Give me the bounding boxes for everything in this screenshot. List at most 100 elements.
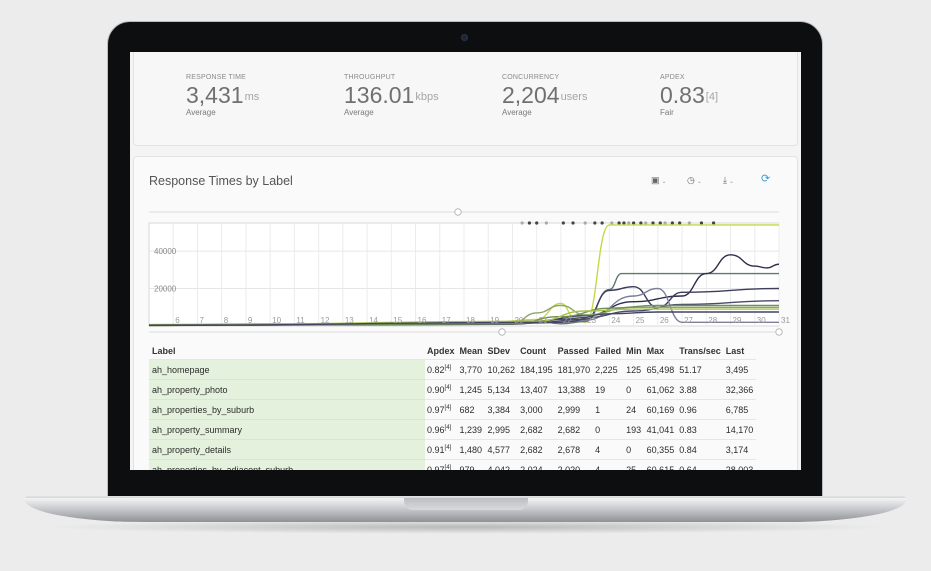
table-row[interactable]: ah_property_photo 0.90[4] 1,245 5,134 13,407… (149, 379, 757, 400)
column-header-count[interactable]: Count (518, 342, 556, 360)
x-tick-label: 26 (660, 316, 669, 325)
mean-cell: 1,245 (457, 379, 486, 400)
kpi-response-time: RESPONSE TIME 3,431ms Average (186, 74, 259, 117)
kpi-value-wrap: 2,204users (502, 84, 587, 107)
apdex-threshold: [4] (444, 464, 452, 471)
min-cell: 25 (624, 459, 645, 470)
kpi-card: RESPONSE TIME 3,431ms Average THROUGHPUT… (133, 52, 798, 146)
failed-cell: 2,225 (593, 359, 625, 380)
kpi-value: 0.83 (660, 82, 705, 108)
event-marker (593, 221, 597, 225)
apdex-threshold: [4] (444, 424, 452, 431)
apdex-cell: 0.97[4] (425, 459, 458, 471)
apdex-value: 0.97 (427, 464, 445, 471)
min-cell: 0 (624, 379, 645, 400)
min-cell: 24 (624, 399, 645, 420)
kpi-sub: Fair (660, 108, 674, 117)
min-cell: 193 (624, 419, 645, 440)
apdex-cell: 0.82[4] (425, 359, 458, 380)
kpi-label: CONCURRENCY (502, 74, 560, 81)
screen: RESPONSE TIME 3,431ms Average THROUGHPUT… (130, 52, 801, 470)
kpi-value: 2,204 (502, 82, 560, 108)
mean-cell: 979 (457, 459, 486, 470)
x-tick-label: 7 (199, 316, 204, 325)
count-cell: 2,682 (518, 419, 556, 440)
passed-cell: 2,999 (555, 399, 594, 420)
event-marker (651, 221, 655, 225)
x-tick-label: 15 (393, 316, 402, 325)
kpi-value-wrap: 136.01kbps (344, 84, 439, 107)
event-marker (535, 221, 539, 225)
kpi-value-wrap: 3,431ms (186, 84, 259, 107)
apdex-cell: 0.97[4] (425, 399, 458, 420)
bottom-range-slider-handle-right[interactable] (775, 328, 783, 336)
response-times-card: Response Times by Label ▣ ⌄ ◷ ⌄ ⤓ ⌄ ⟳ 67891… (133, 156, 798, 470)
kpi-throughput: THROUGHPUT 136.01kbps Average (344, 74, 439, 117)
column-header-mean[interactable]: Mean (457, 342, 486, 360)
column-header-sdev[interactable]: SDev (485, 342, 519, 360)
column-header-label[interactable]: Label (149, 342, 425, 360)
column-header-trans-sec[interactable]: Trans/sec (677, 342, 724, 360)
x-tick-label: 19 (490, 316, 499, 325)
event-marker (678, 221, 682, 225)
x-tick-label: 21 (539, 316, 548, 325)
table-row[interactable]: ah_property_summary 0.96[4] 1,239 2,995 2,68… (149, 419, 757, 440)
x-tick-label: 11 (296, 316, 305, 325)
event-marker (544, 221, 548, 225)
top-range-slider-handle[interactable] (454, 208, 462, 216)
failed-cell: 1 (593, 399, 625, 420)
column-header-max[interactable]: Max (644, 342, 678, 360)
table-row[interactable]: ah_property_details 0.91[4] 1,480 4,577 2,68… (149, 439, 757, 460)
event-marker (561, 221, 565, 225)
kpi-sub: Average (344, 108, 374, 117)
x-tick-label: 13 (345, 316, 354, 325)
table-header-row: Label Apdex Mean SDev Count Passed Failed Min Ma… (149, 342, 757, 360)
last-cell: 14,170 (723, 419, 757, 440)
apdex-cell: 0.96[4] (425, 419, 458, 440)
y-tick-label: 40000 (154, 247, 177, 256)
column-header-min[interactable]: Min (624, 342, 645, 360)
mean-cell: 682 (457, 399, 486, 420)
x-tick-label: 14 (369, 316, 378, 325)
apdex-value: 0.91 (427, 444, 445, 455)
x-tick-label: 6 (175, 316, 180, 325)
min-cell: 125 (624, 359, 645, 380)
count-cell: 2,024 (518, 459, 556, 470)
event-marker (527, 221, 532, 225)
failed-cell: 4 (593, 439, 625, 460)
x-tick-label: 12 (321, 316, 330, 325)
column-header-failed[interactable]: Failed (593, 342, 625, 360)
x-tick-label: 20 (514, 316, 523, 325)
sdev-cell: 10,262 (485, 359, 519, 380)
mean-cell: 1,480 (457, 439, 486, 460)
column-header-passed[interactable]: Passed (555, 342, 594, 360)
kpi-label: APDEX (660, 74, 685, 81)
tps-cell: 51.17 (677, 359, 724, 380)
response-time-chart: 6 7 8 9 10 11 12 13 14 15 16 17 18 19 20 21 22 23 24 25 26 27… (148, 208, 790, 336)
failed-cell: 19 (593, 379, 625, 400)
x-tick-label: 27 (684, 316, 693, 325)
kpi-sub: Average (502, 108, 532, 117)
row-label: ah_property_photo (149, 379, 425, 400)
laptop-notch (404, 498, 528, 510)
apdex-value: 0.97 (427, 404, 445, 415)
event-marker (571, 221, 575, 225)
tps-cell: 0.83 (677, 419, 724, 440)
bottom-range-slider-handle-left[interactable] (498, 328, 506, 336)
table-row[interactable]: ah_properties_by_suburb 0.97[4] 682 3,384 3,… (149, 399, 757, 420)
event-marker (617, 221, 621, 225)
camera-icon (461, 34, 468, 41)
kpi-label: THROUGHPUT (344, 74, 396, 81)
table-row[interactable]: ah_properties_by_adjacent_suburb 0.97[4] 9… (149, 459, 757, 471)
column-header-apdex[interactable]: Apdex (425, 342, 458, 360)
tps-cell: 0.84 (677, 439, 724, 460)
max-cell: 60,355 (644, 439, 678, 460)
column-header-last[interactable]: Last (723, 342, 757, 360)
event-marker (627, 221, 631, 225)
table-row[interactable]: ah_homepage 0.82[4] 3,770 10,262 184,195 181,… (149, 359, 757, 380)
row-label: ah_homepage (149, 359, 425, 380)
apdex-threshold: [4] (444, 364, 452, 371)
x-tick-label: 25 (636, 316, 645, 325)
count-cell: 3,000 (518, 399, 556, 420)
last-cell: 6,785 (723, 399, 757, 420)
